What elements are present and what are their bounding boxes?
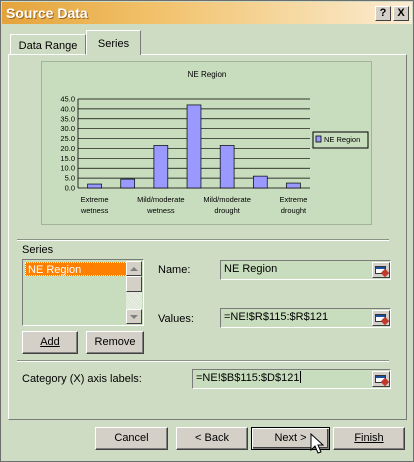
x-tick-label: Extreme xyxy=(279,195,307,204)
values-collapse-button[interactable] xyxy=(372,310,390,326)
x-tick-label: Extreme xyxy=(81,195,109,204)
y-tick-label: 30.0 xyxy=(60,124,75,133)
y-tick-label: 5.0 xyxy=(65,174,75,183)
finish-label: Finish xyxy=(354,432,384,444)
dialog-title: Source Data xyxy=(6,5,88,21)
bar xyxy=(120,178,136,189)
source-data-dialog: Source Data ? X Data Range Series NE Reg… xyxy=(0,0,414,462)
category-axis-field[interactable]: =NE!$B$115:$D$121 xyxy=(192,369,391,389)
cancel-label: Cancel xyxy=(114,432,149,444)
bar xyxy=(186,104,202,189)
separator-top xyxy=(17,239,389,241)
y-tick-label: 0.0 xyxy=(65,184,75,193)
name-field[interactable]: NE Region xyxy=(220,260,391,280)
series-listbox[interactable]: NE Region xyxy=(22,259,144,326)
help-icon: ? xyxy=(379,7,387,19)
y-tick-label: 45.0 xyxy=(60,95,75,104)
y-tick-label: 15.0 xyxy=(60,154,75,163)
close-button[interactable]: X xyxy=(393,6,409,21)
tab-data-range-label: Data Range xyxy=(18,40,78,52)
y-tick-label: 40.0 xyxy=(60,104,75,113)
tab-series[interactable]: Series xyxy=(86,30,141,55)
values-field-value: =NE!$R$115:$R$121 xyxy=(224,311,329,323)
scroll-up-button[interactable] xyxy=(126,261,142,276)
chevron-up-icon xyxy=(130,267,138,271)
remove-series-label: Remove xyxy=(94,336,136,348)
values-field[interactable]: =NE!$R$115:$R$121 xyxy=(220,308,391,328)
series-scrollbar[interactable] xyxy=(126,261,142,324)
back-label: < Back xyxy=(195,432,229,444)
scroll-thumb[interactable] xyxy=(126,276,142,292)
tab-series-label: Series xyxy=(97,38,130,50)
x-tick-label: drought xyxy=(281,206,307,215)
back-button[interactable]: < Back xyxy=(176,427,248,450)
name-label: Name: xyxy=(158,264,191,276)
category-collapse-button[interactable] xyxy=(372,371,390,387)
x-tick-label: Mild/moderate xyxy=(203,195,251,204)
chart-title: NE Region xyxy=(188,70,227,79)
chevron-down-icon xyxy=(130,315,138,319)
x-tick-label: wetness xyxy=(80,206,109,215)
y-tick-label: 35.0 xyxy=(60,114,75,123)
scroll-down-button[interactable] xyxy=(126,309,142,324)
close-icon: X xyxy=(397,7,405,19)
separator-mid xyxy=(17,360,389,362)
y-tick-label: 10.0 xyxy=(60,164,75,173)
text-caret xyxy=(300,371,302,383)
series-list-item[interactable]: NE Region xyxy=(25,262,128,276)
chart-svg: NE Region 0.05.010.015.020.025.030.035.0… xyxy=(60,70,369,215)
tab-data-range[interactable]: Data Range xyxy=(10,34,86,55)
bar xyxy=(286,182,301,189)
finish-button[interactable]: Finish xyxy=(333,427,405,450)
add-series-label: Add xyxy=(40,336,60,348)
add-series-button[interactable]: Add xyxy=(22,331,78,354)
y-tick-label: 25.0 xyxy=(60,134,75,143)
legend-label: NE Region xyxy=(324,135,360,144)
category-axis-value: =NE!$B$115:$D$121 xyxy=(196,372,300,384)
bar xyxy=(219,145,235,189)
values-label: Values: xyxy=(158,313,194,325)
next-label: Next > xyxy=(274,432,307,444)
x-tick-label: drought xyxy=(214,206,240,215)
name-collapse-button[interactable] xyxy=(372,262,390,278)
mouse-pointer-icon xyxy=(310,433,324,454)
bar xyxy=(87,183,102,189)
legend-swatch xyxy=(315,135,322,143)
x-tick-label: wetness xyxy=(146,206,175,215)
y-tick-label: 20.0 xyxy=(60,144,75,153)
x-tick-label: Mild/moderate xyxy=(137,195,185,204)
category-axis-label: Category (X) axis labels: xyxy=(22,373,142,385)
name-field-value: NE Region xyxy=(224,263,278,275)
remove-series-button[interactable]: Remove xyxy=(86,331,144,354)
bar xyxy=(252,175,268,189)
cancel-button[interactable]: Cancel xyxy=(95,427,168,450)
help-button[interactable]: ? xyxy=(375,6,391,21)
title-bar: Source Data ? X xyxy=(2,2,412,24)
legend: NE Region xyxy=(312,131,369,149)
series-section-label: Series xyxy=(22,244,54,256)
bar xyxy=(153,145,169,189)
chart-preview: NE Region 0.0 5.0 10.0 15.0 20.0 25.0 30.0 35.0… xyxy=(41,61,372,225)
